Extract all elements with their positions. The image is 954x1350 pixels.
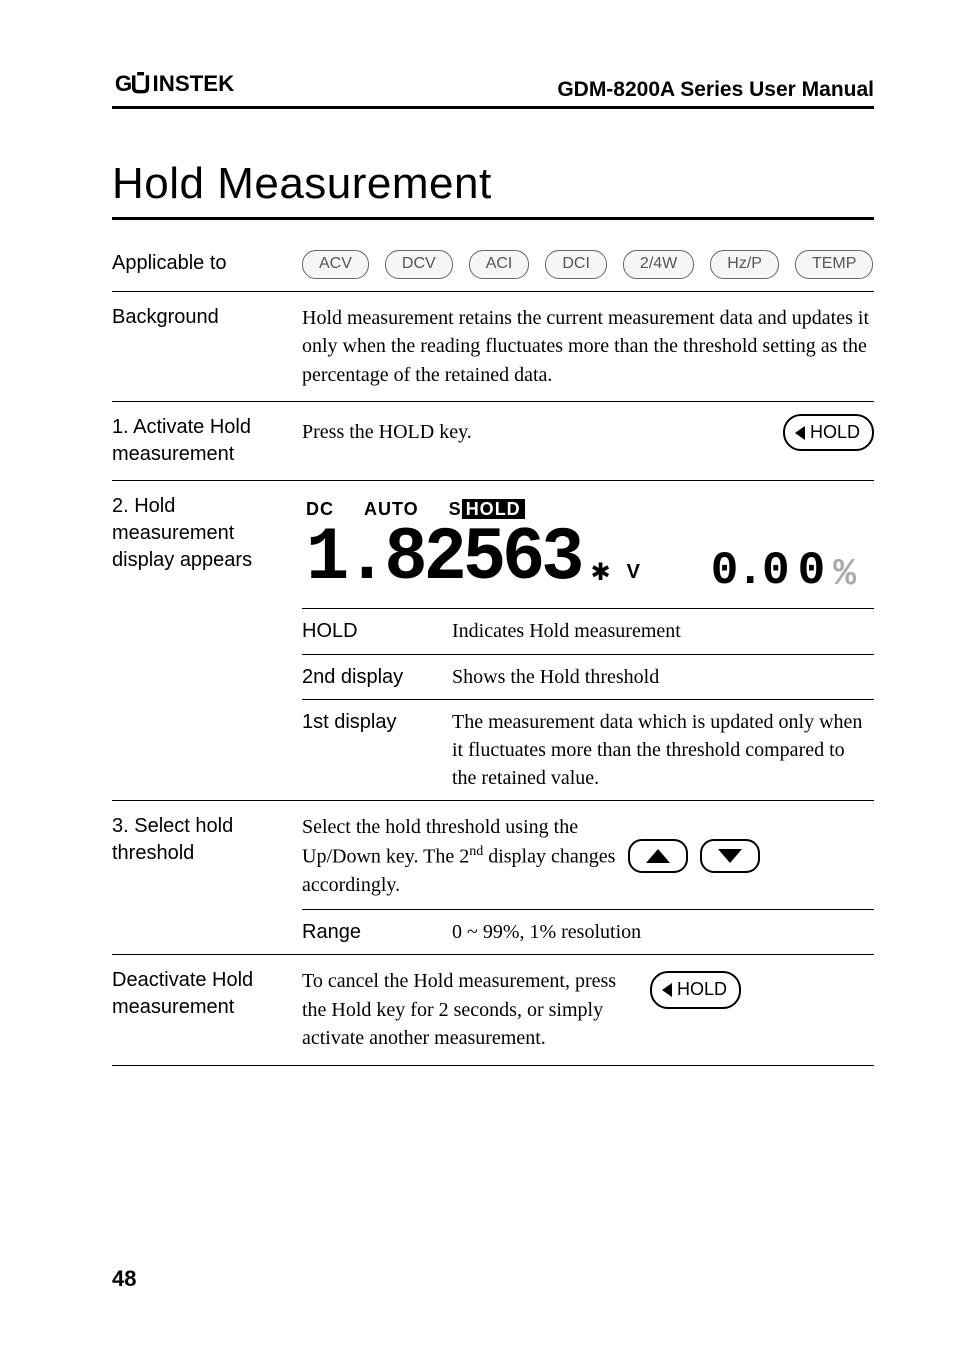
brand-logo: G INSTEK bbox=[112, 72, 272, 96]
tag-hzp: Hz/P bbox=[710, 250, 779, 279]
subtext-hold: Indicates Hold measurement bbox=[452, 617, 874, 645]
left-triangle-icon bbox=[795, 426, 805, 440]
manual-title: GDM-8200A Series User Manual bbox=[557, 78, 874, 102]
lcd-second-a: 0.0 bbox=[711, 548, 788, 594]
subrow-1st: 1st display The measurement data which i… bbox=[302, 699, 874, 800]
page-number: 48 bbox=[112, 1266, 136, 1292]
row-select: 3. Select hold threshold Select the hold… bbox=[112, 800, 874, 954]
section-title: Hold Measurement bbox=[112, 159, 874, 209]
lcd-main-reading: 1.82563 bbox=[306, 521, 580, 597]
row-background: Background Hold measurement retains the … bbox=[112, 291, 874, 401]
svg-text:INSTEK: INSTEK bbox=[153, 72, 235, 96]
text-background: Hold measurement retains the current mea… bbox=[302, 304, 874, 389]
lcd-star-icon: ✱ bbox=[590, 556, 610, 590]
hold-key-button[interactable]: HOLD bbox=[783, 414, 874, 452]
up-key-button[interactable] bbox=[628, 839, 688, 873]
down-arrow-icon bbox=[718, 849, 742, 863]
tag-list: ACV DCV ACI DCI 2/4W Hz/P TEMP bbox=[302, 250, 874, 279]
row-deactivate: Deactivate Hold measurement To cancel th… bbox=[112, 954, 874, 1065]
left-triangle-icon bbox=[662, 983, 672, 997]
subrow-range: Range 0 ~ 99%, 1% resolution bbox=[302, 909, 874, 954]
tag-dcv: DCV bbox=[385, 250, 453, 279]
lcd-graphic: DC AUTO SHOLD 1.82563 ✱ V 0.0 0 % bbox=[302, 493, 874, 601]
hold-key-label: HOLD bbox=[677, 979, 727, 999]
svg-text:G: G bbox=[115, 72, 132, 96]
tag-acv: ACV bbox=[302, 250, 369, 279]
tag-aci: ACI bbox=[469, 250, 530, 279]
down-key-button[interactable] bbox=[700, 839, 760, 873]
page-header: G INSTEK GDM-8200A Series User Manual bbox=[112, 72, 874, 109]
subtext-2nd: Shows the Hold threshold bbox=[452, 663, 874, 691]
sublabel-range: Range bbox=[302, 918, 452, 946]
row-applicable: Applicable to ACV DCV ACI DCI 2/4W Hz/P … bbox=[112, 242, 874, 291]
sublabel-1st: 1st display bbox=[302, 708, 452, 792]
subrow-2nd: 2nd display Shows the Hold threshold bbox=[302, 654, 874, 699]
row-display: 2. Hold measurement display appears DC A… bbox=[112, 480, 874, 800]
text-activate: Press the HOLD key. bbox=[302, 418, 703, 446]
label-display: 2. Hold measurement display appears bbox=[112, 493, 302, 574]
tag-temp: TEMP bbox=[795, 250, 873, 279]
row-activate: 1. Activate Hold measurement Press the H… bbox=[112, 401, 874, 480]
lcd-second-b: 0 bbox=[798, 548, 824, 594]
lcd-percent: % bbox=[833, 556, 854, 594]
label-applicable: Applicable to bbox=[112, 250, 302, 277]
hold-key-button-2[interactable]: HOLD bbox=[650, 971, 741, 1009]
lcd-unit: V bbox=[627, 558, 640, 586]
label-activate: 1. Activate Hold measurement bbox=[112, 414, 302, 468]
subtext-range: 0 ~ 99%, 1% resolution bbox=[452, 918, 874, 946]
subtext-1st: The measurement data which is updated on… bbox=[452, 708, 874, 792]
subrow-hold: HOLD Indicates Hold measurement bbox=[302, 608, 874, 653]
tag-dci: DCI bbox=[545, 250, 607, 279]
label-select: 3. Select hold threshold bbox=[112, 813, 302, 867]
text-select: Select the hold threshold using the Up/D… bbox=[302, 813, 622, 899]
label-deactivate: Deactivate Hold measurement bbox=[112, 967, 302, 1021]
tag-24w: 2/4W bbox=[623, 250, 694, 279]
hold-key-label: HOLD bbox=[810, 422, 860, 442]
label-background: Background bbox=[112, 304, 302, 331]
sublabel-2nd: 2nd display bbox=[302, 663, 452, 691]
up-arrow-icon bbox=[646, 849, 670, 863]
sublabel-hold: HOLD bbox=[302, 617, 452, 645]
title-rule bbox=[112, 217, 874, 220]
text-deactivate: To cancel the Hold measurement, press th… bbox=[302, 967, 632, 1052]
